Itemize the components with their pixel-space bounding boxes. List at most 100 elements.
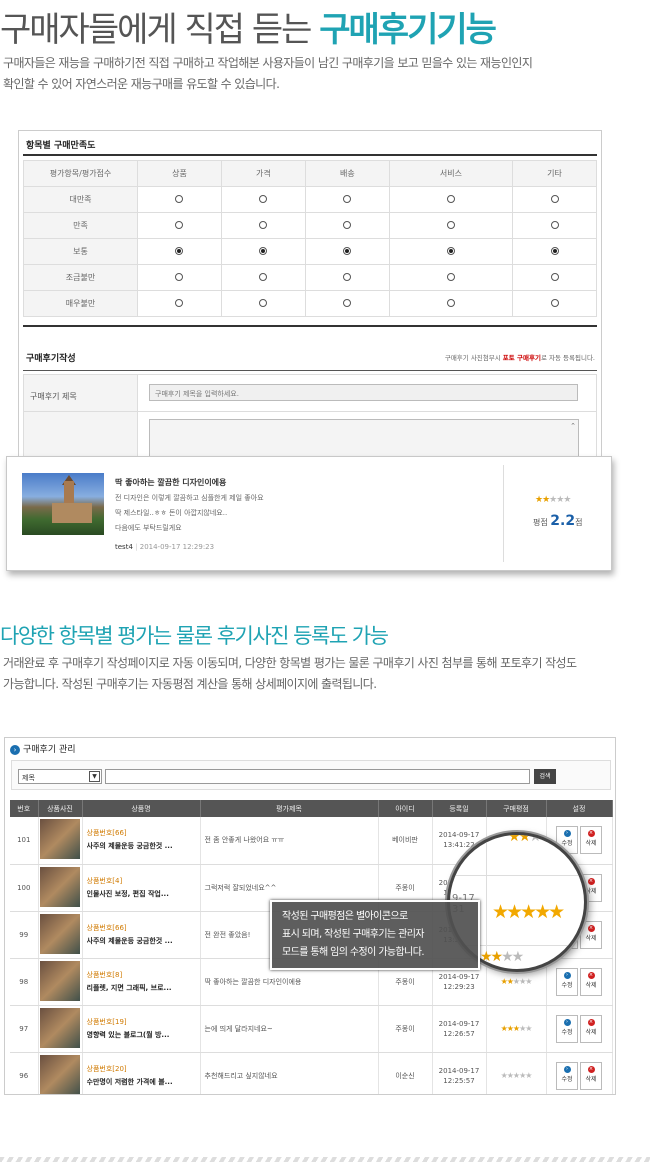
product-name[interactable]: 사주의 제물운등 궁금한것 ...: [87, 935, 200, 948]
radio-button[interactable]: [175, 220, 184, 229]
radio-button[interactable]: [175, 246, 184, 255]
product-photo[interactable]: [40, 913, 80, 954]
radio-button[interactable]: [446, 246, 455, 255]
partial-stars: ★★★: [508, 832, 542, 845]
note-text: 로 자동 등록됩니다.: [540, 354, 595, 362]
search-input[interactable]: [105, 769, 530, 784]
row-label: 조금불만: [23, 264, 138, 291]
edit-label: 수정: [561, 1028, 573, 1036]
product-photo[interactable]: [40, 866, 80, 907]
product-number[interactable]: 상품번호[66]: [87, 922, 200, 935]
radio-button[interactable]: [446, 272, 455, 281]
column-header: 평가제목: [200, 800, 379, 817]
product-number[interactable]: 상품번호[66]: [87, 827, 200, 840]
radio-cell: [388, 212, 514, 239]
review-title[interactable]: 는에 띄게 달라지네요~: [200, 1005, 379, 1053]
actions-cell: › 수정 × 삭제: [546, 1005, 613, 1053]
product-photo[interactable]: [40, 819, 80, 860]
review-meta: test4 | 2014-09-17 12:29:23: [115, 543, 214, 551]
satisfaction-row: 조금불만: [23, 264, 597, 291]
radio-button[interactable]: [550, 220, 559, 229]
product-photo[interactable]: [40, 960, 80, 1001]
radio-button[interactable]: [259, 298, 268, 307]
row-number: 96: [10, 1052, 39, 1094]
radio-button[interactable]: [550, 246, 559, 255]
review-title[interactable]: 전 좀 안좋게 나왔어요 ㅠㅠ: [200, 817, 379, 865]
review-photo[interactable]: [22, 473, 104, 535]
radio-button[interactable]: [259, 246, 268, 255]
satisfaction-row: 매우불만: [23, 290, 597, 317]
star-empty-icon: ★: [563, 495, 571, 505]
radio-button[interactable]: [259, 220, 268, 229]
radio-button[interactable]: [343, 246, 352, 255]
radio-cell: [304, 212, 390, 239]
close-icon: ×: [587, 924, 595, 932]
radio-button[interactable]: [446, 220, 455, 229]
review-write-panel: 항목별 구매만족도 평가항목/평가점수 상품 가격 배송 서비스 기타 대만족 만족 보통 조…: [18, 130, 602, 470]
note-text: 구매후기 사진첨부시: [444, 354, 503, 362]
row-label: 보통: [23, 238, 138, 265]
radio-button[interactable]: [175, 298, 184, 307]
desc-line: 거래완료 후 구매후기 작성페이지로 자동 이동되며, 다양한 항목별 평가는 …: [3, 656, 577, 670]
product-name[interactable]: 영향력 있는 블로그(월 방...: [87, 1029, 200, 1042]
satisfaction-table: 평가항목/평가점수 상품 가격 배송 서비스 기타 대만족 만족 보통 조금불만 매우불만: [23, 160, 597, 317]
radio-button[interactable]: [175, 272, 184, 281]
radio-button[interactable]: [259, 194, 268, 203]
scroll-up-icon[interactable]: ⌃: [570, 422, 576, 430]
product-name[interactable]: 수만명이 저렴한 가격에 블...: [87, 1076, 200, 1089]
divider: [23, 154, 597, 156]
radio-button[interactable]: [446, 194, 455, 203]
radio-button[interactable]: [343, 272, 352, 281]
delete-label: 삭제: [585, 934, 597, 942]
radio-cell: [512, 264, 597, 291]
column-header: 구매평점: [486, 800, 547, 817]
row-label: 만족: [23, 212, 138, 239]
date-cell: 2014-09-17 12:26:57: [432, 1005, 487, 1053]
edit-button[interactable]: › 수정: [556, 1014, 578, 1043]
radio-cell: [512, 238, 597, 265]
subject-input[interactable]: 구매후기 제목을 입력하세요.: [149, 384, 578, 401]
product-number[interactable]: 상품번호[19]: [87, 1016, 200, 1029]
note-accent: 포토 구매후기: [502, 354, 541, 362]
header-label: 평가항목/평가점수: [23, 160, 138, 187]
date-text: 2014-09-17: [438, 972, 480, 981]
row-label: 대만족: [23, 186, 138, 213]
radio-button[interactable]: [446, 298, 455, 307]
product-number[interactable]: 상품번호[4]: [87, 875, 200, 888]
delete-button[interactable]: × 삭제: [580, 1014, 602, 1043]
search-field-select[interactable]: 제목 ▼: [18, 769, 102, 784]
delete-button[interactable]: × 삭제: [580, 826, 602, 855]
write-title: 구매후기작성: [26, 354, 76, 364]
radio-button[interactable]: [343, 194, 352, 203]
product-photo[interactable]: [40, 1054, 80, 1094]
radio-button[interactable]: [550, 298, 559, 307]
product-cell: 상품번호[4] 인물사진 보정, 편집 작업...: [82, 864, 201, 912]
radio-button[interactable]: [259, 272, 268, 281]
delete-button[interactable]: × 삭제: [580, 967, 602, 996]
chevron-down-icon[interactable]: ▼: [89, 771, 100, 782]
tooltip-line: 표시 되며, 작성된 구매후기는 관리자: [282, 929, 425, 940]
edit-button[interactable]: › 수정: [556, 1061, 578, 1090]
radio-button[interactable]: [175, 194, 184, 203]
product-name[interactable]: 인물사진 보정, 편집 작업...: [87, 888, 200, 901]
review-line: 다음에도 부탁드릴게요: [115, 524, 182, 532]
delete-button[interactable]: × 삭제: [580, 1061, 602, 1090]
product-photo[interactable]: [40, 1007, 80, 1048]
search-button[interactable]: 검색: [534, 769, 556, 784]
product-number[interactable]: 상품번호[8]: [87, 969, 200, 982]
radio-button[interactable]: [550, 194, 559, 203]
edit-button[interactable]: › 수정: [556, 967, 578, 996]
radio-cell: [137, 238, 222, 265]
review-title[interactable]: 추천해드리고 싶지않네요: [200, 1052, 379, 1094]
star-empty-icon: ★: [525, 1024, 532, 1033]
section2-heading: 다양한 항목별 평가는 물론 후기사진 등록도 가능: [0, 624, 389, 648]
radio-button[interactable]: [343, 220, 352, 229]
row-number: 97: [10, 1005, 39, 1053]
column-header: 서비스: [388, 160, 514, 187]
radio-button[interactable]: [550, 272, 559, 281]
radio-button[interactable]: [343, 298, 352, 307]
date-text: 2014-09-17: [438, 831, 480, 840]
product-name[interactable]: 사주의 제물운등 궁금한것 ...: [87, 840, 200, 853]
product-number[interactable]: 상품번호[20]: [87, 1063, 200, 1076]
product-name[interactable]: 리플렛, 지면 그래픽, 브로...: [87, 982, 200, 995]
